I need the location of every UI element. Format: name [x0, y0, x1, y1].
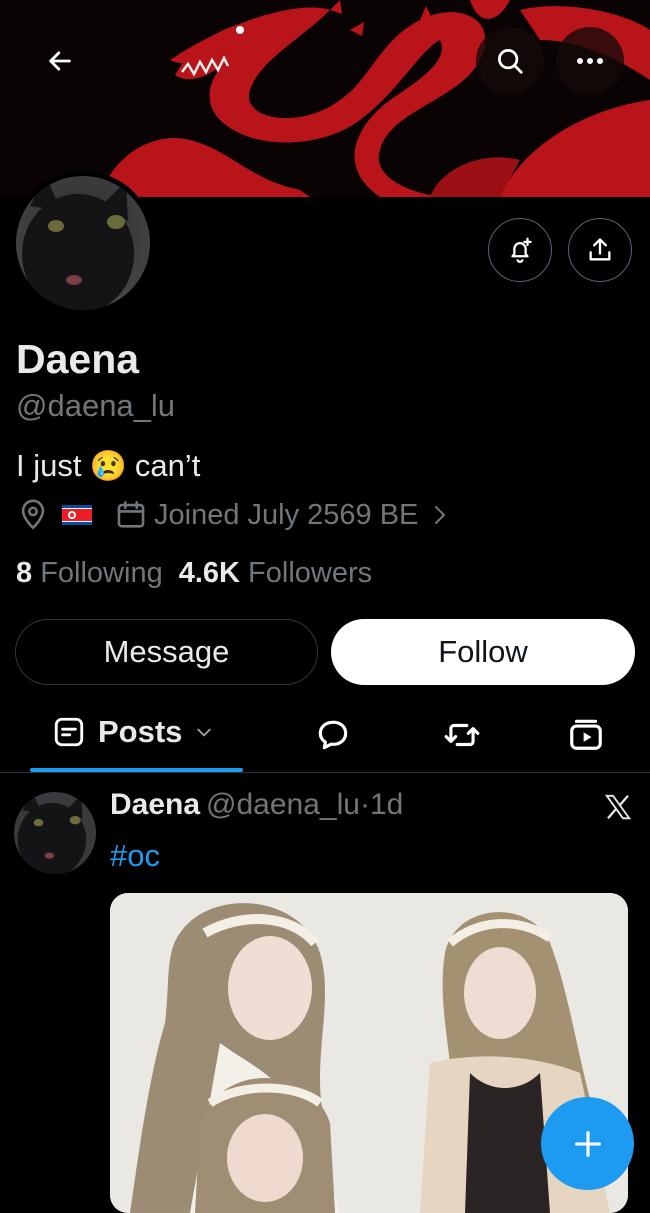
bio-text-end: can’t: [134, 448, 201, 483]
post-header: Daena @daena_lu · 1d: [110, 788, 403, 822]
speech-bubble-icon: [318, 720, 348, 750]
dragon-banner-art: [0, 0, 650, 197]
search-icon: [498, 49, 523, 74]
black-cat-photo: [14, 792, 96, 874]
repost-icon: [444, 723, 480, 747]
north-korea-flag-icon: [62, 505, 92, 525]
profile-handle: @daena_lu: [16, 388, 176, 423]
x-logo-button[interactable]: [603, 792, 633, 827]
following-link[interactable]: 8 Following: [16, 557, 163, 590]
message-button[interactable]: Message: [15, 619, 318, 685]
post-avatar[interactable]: [14, 792, 96, 874]
share-upload-icon: [589, 238, 611, 261]
notify-button[interactable]: [488, 218, 552, 282]
bio-text-start: I just: [16, 448, 82, 483]
arrow-left-icon: [49, 51, 71, 71]
profile-tabs: Posts: [0, 700, 650, 772]
profile-bio: I just 😢 can’t: [16, 448, 200, 484]
share-button[interactable]: [568, 218, 632, 282]
posts-tab-icon: [54, 717, 84, 747]
tabs-divider: [0, 772, 650, 773]
profile-meta: Joined July 2569 BE: [16, 498, 452, 532]
calendar-icon: [117, 500, 145, 528]
post-author-handle[interactable]: @daena_lu: [206, 788, 360, 822]
plus-icon: [574, 1130, 601, 1157]
x-logo-icon: [604, 794, 632, 820]
black-cat-photo: [16, 176, 150, 310]
tab-posts-label: Posts: [98, 714, 183, 749]
follow-button[interactable]: Follow: [331, 619, 635, 685]
chevron-down-icon: [197, 728, 212, 737]
following-count: 8: [16, 557, 33, 589]
post-separator: ·: [359, 788, 370, 821]
follow-counts: 8 Following 4.6K Followers: [16, 557, 372, 590]
joined-date: Joined July 2569 BE: [154, 498, 419, 531]
more-horizontal-icon: [577, 58, 603, 64]
chevron-right-icon[interactable]: [428, 501, 452, 529]
video-collection-icon: [570, 719, 602, 750]
followers-label: Followers: [248, 557, 373, 589]
search-button[interactable]: [476, 27, 544, 95]
post-hashtag[interactable]: #oc: [110, 838, 160, 874]
post-author-name[interactable]: Daena: [110, 788, 200, 822]
following-label: Following: [40, 557, 163, 589]
tab-reposts[interactable]: [442, 716, 482, 759]
location-pin-icon: [21, 499, 45, 530]
more-button[interactable]: [556, 27, 624, 95]
tab-replies[interactable]: [314, 716, 352, 759]
compose-fab-button[interactable]: [541, 1097, 634, 1190]
followers-link[interactable]: 4.6K Followers: [179, 557, 372, 590]
back-button[interactable]: [26, 27, 94, 95]
tab-media[interactable]: [567, 714, 605, 759]
profile-avatar[interactable]: [11, 171, 155, 315]
bell-plus-icon: [511, 237, 532, 263]
tab-posts[interactable]: Posts: [52, 714, 214, 750]
profile-name: Daena: [16, 336, 140, 382]
post-time: 1d: [369, 788, 404, 821]
profile-banner[interactable]: [0, 0, 650, 197]
bio-emoji: 😢: [89, 449, 127, 483]
followers-count: 4.6K: [178, 557, 240, 589]
